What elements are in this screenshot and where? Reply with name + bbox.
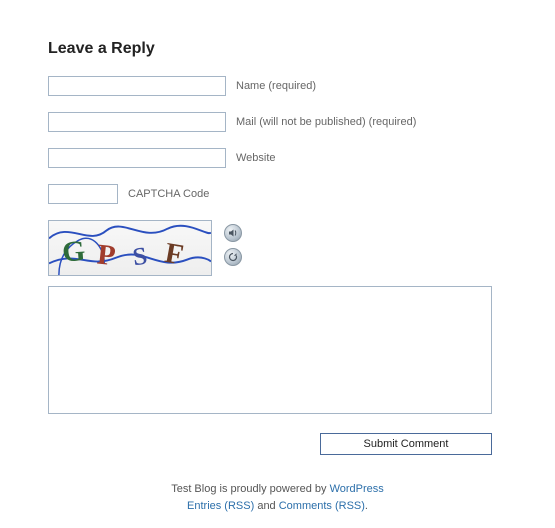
name-label: Name (required): [236, 80, 316, 92]
audio-icon[interactable]: [224, 224, 242, 242]
mail-row: Mail (will not be published) (required): [48, 112, 507, 132]
footer-text: Test Blog is proudly powered by: [171, 483, 329, 495]
name-row: Name (required): [48, 76, 507, 96]
submit-row: Submit Comment: [48, 433, 492, 455]
entries-rss-link[interactable]: Entries (RSS): [187, 500, 254, 512]
website-row: Website: [48, 148, 507, 168]
captcha-label: CAPTCHA Code: [128, 188, 209, 200]
name-input[interactable]: [48, 76, 226, 96]
submit-button[interactable]: Submit Comment: [320, 433, 492, 455]
comment-textarea[interactable]: [48, 286, 492, 414]
svg-text:P: P: [96, 239, 118, 272]
svg-text:F: F: [162, 237, 185, 271]
reply-heading: Leave a Reply: [48, 40, 507, 58]
comments-rss-link[interactable]: Comments (RSS): [279, 500, 365, 512]
captcha-area: G P S F: [48, 220, 507, 276]
footer-and: and: [254, 500, 278, 512]
captcha-input[interactable]: [48, 184, 118, 204]
mail-label: Mail (will not be published) (required): [236, 116, 416, 128]
mail-input[interactable]: [48, 112, 226, 132]
website-input[interactable]: [48, 148, 226, 168]
wordpress-link[interactable]: WordPress: [330, 483, 384, 495]
captcha-controls: [224, 220, 242, 266]
svg-text:G: G: [61, 235, 86, 268]
footer: Test Blog is proudly powered by WordPres…: [0, 481, 555, 514]
website-label: Website: [236, 152, 276, 164]
captcha-row: CAPTCHA Code: [48, 184, 507, 204]
svg-text:S: S: [131, 242, 149, 271]
footer-period: .: [365, 500, 368, 512]
refresh-icon[interactable]: [224, 248, 242, 266]
captcha-image: G P S F: [48, 220, 212, 276]
